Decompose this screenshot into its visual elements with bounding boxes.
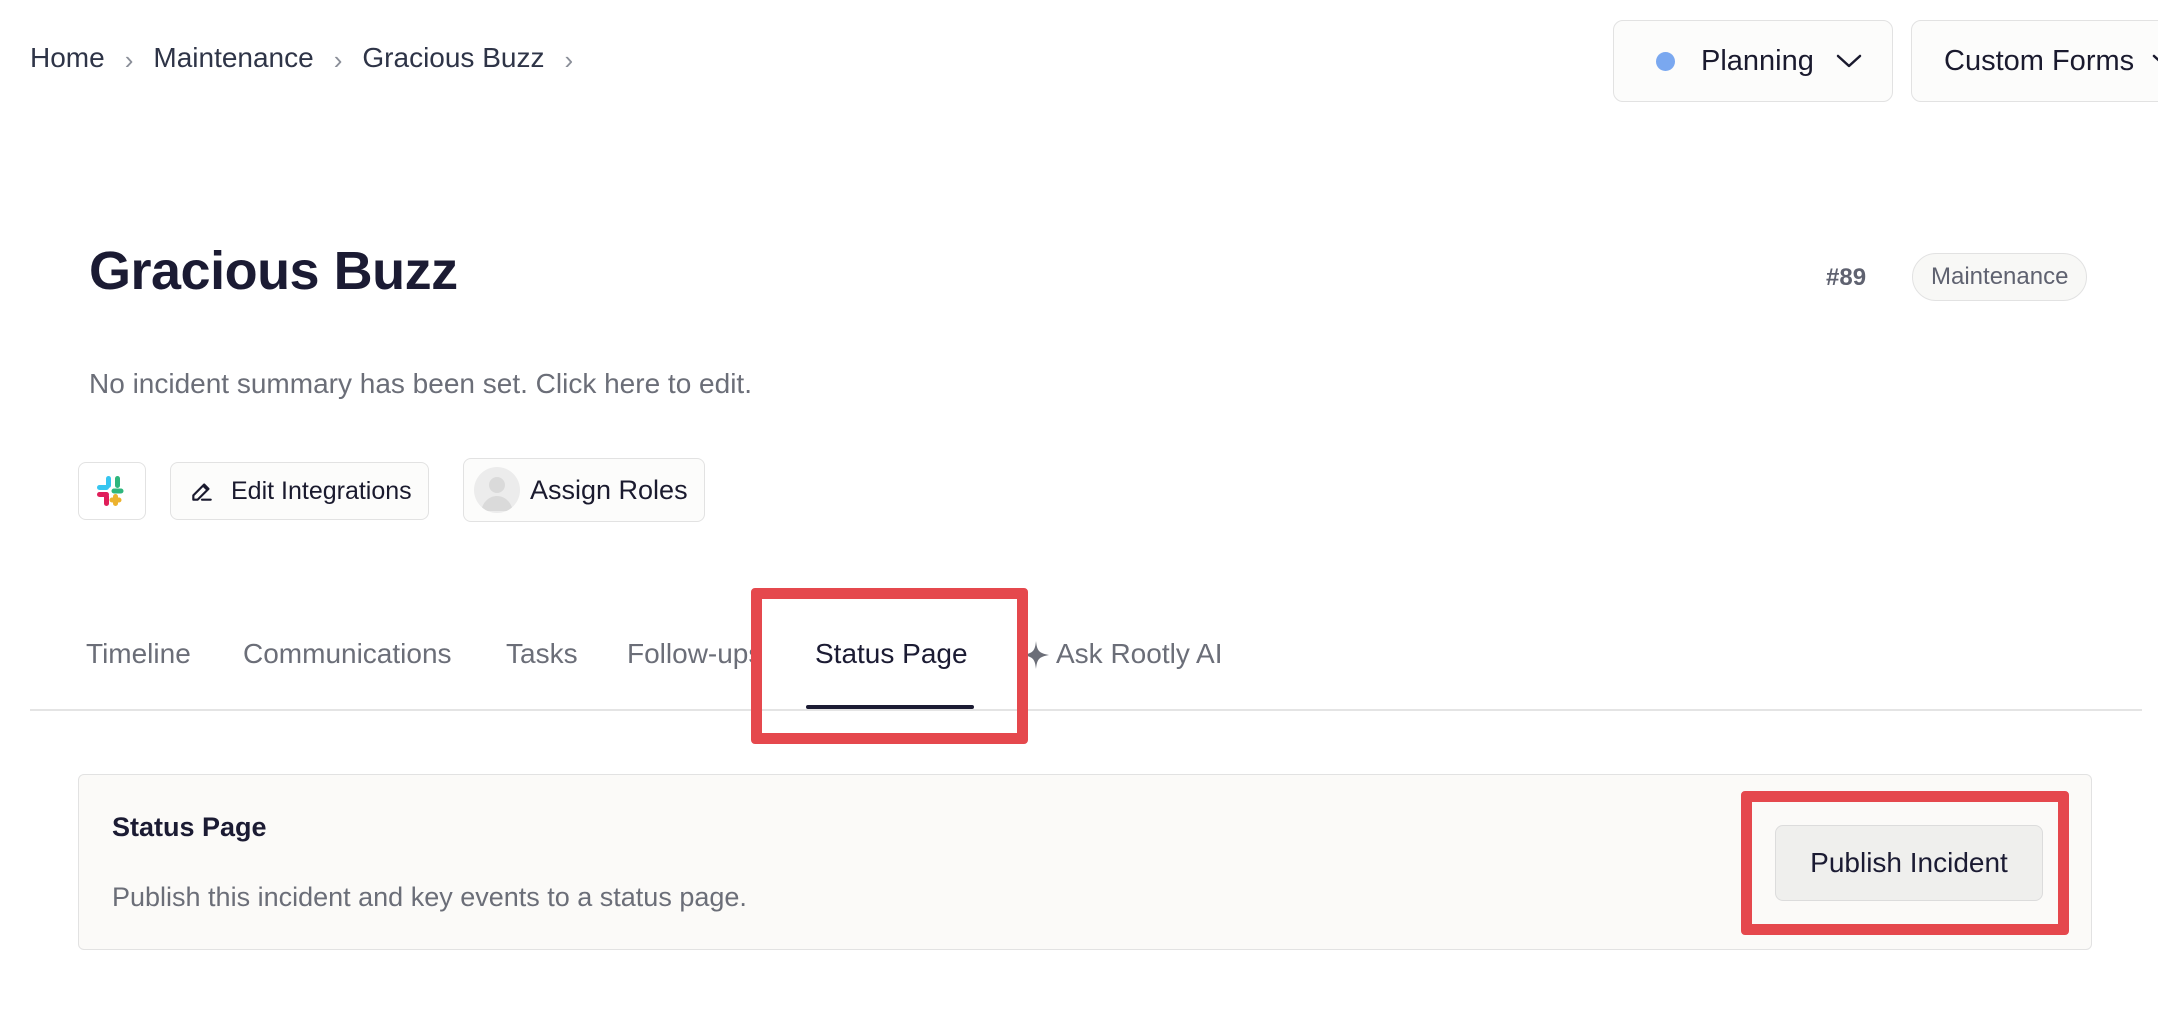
assign-roles-label: Assign Roles bbox=[530, 474, 688, 505]
user-placeholder-icon bbox=[481, 477, 513, 511]
status-dot-icon bbox=[1656, 51, 1675, 71]
avatar bbox=[474, 467, 520, 513]
tabs-divider bbox=[30, 709, 2142, 711]
breadcrumb-maintenance[interactable]: Maintenance bbox=[153, 42, 313, 74]
highlight-box-tab bbox=[751, 588, 1028, 744]
chevron-right-icon: › bbox=[333, 44, 343, 75]
chevron-down-icon bbox=[1836, 54, 1862, 68]
edit-integrations-label: Edit Integrations bbox=[231, 476, 412, 505]
tab-timeline[interactable]: Timeline bbox=[86, 638, 191, 670]
custom-forms-label: Custom Forms bbox=[1944, 44, 2135, 77]
slack-icon bbox=[97, 476, 124, 506]
breadcrumb-current[interactable]: Gracious Buzz bbox=[362, 42, 544, 74]
tab-communications[interactable]: Communications bbox=[243, 638, 452, 670]
chevron-down-icon bbox=[2152, 54, 2158, 62]
kind-badge: Maintenance bbox=[1912, 253, 2088, 301]
incident-number: #89 bbox=[1826, 264, 1867, 291]
custom-forms-dropdown[interactable]: Custom Forms bbox=[1911, 20, 2158, 102]
chevron-right-icon: › bbox=[124, 44, 134, 75]
breadcrumb-home[interactable]: Home bbox=[30, 42, 105, 74]
highlight-box-publish bbox=[1741, 791, 2069, 935]
edit-integrations-button[interactable]: Edit Integrations bbox=[170, 462, 429, 520]
incident-summary[interactable]: No incident summary has been set. Click … bbox=[89, 368, 752, 400]
page-title[interactable]: Gracious Buzz bbox=[89, 240, 458, 302]
panel-title: Status Page bbox=[112, 812, 267, 842]
assign-roles-button[interactable]: Assign Roles bbox=[463, 458, 705, 522]
status-dropdown[interactable]: Planning bbox=[1613, 20, 1893, 102]
slack-button[interactable] bbox=[78, 462, 146, 520]
tab-follow-ups[interactable]: Follow-ups bbox=[627, 638, 762, 670]
pencil-icon bbox=[192, 483, 212, 501]
panel-description: Publish this incident and key events to … bbox=[112, 882, 747, 912]
tab-ask-rootly-ai[interactable]: Ask Rootly AI bbox=[1056, 638, 1223, 670]
breadcrumb: Home › Maintenance › Gracious Buzz › bbox=[30, 42, 593, 75]
tab-tasks[interactable]: Tasks bbox=[506, 638, 578, 670]
status-label: Planning bbox=[1701, 44, 1814, 77]
chevron-right-icon: › bbox=[564, 44, 574, 75]
